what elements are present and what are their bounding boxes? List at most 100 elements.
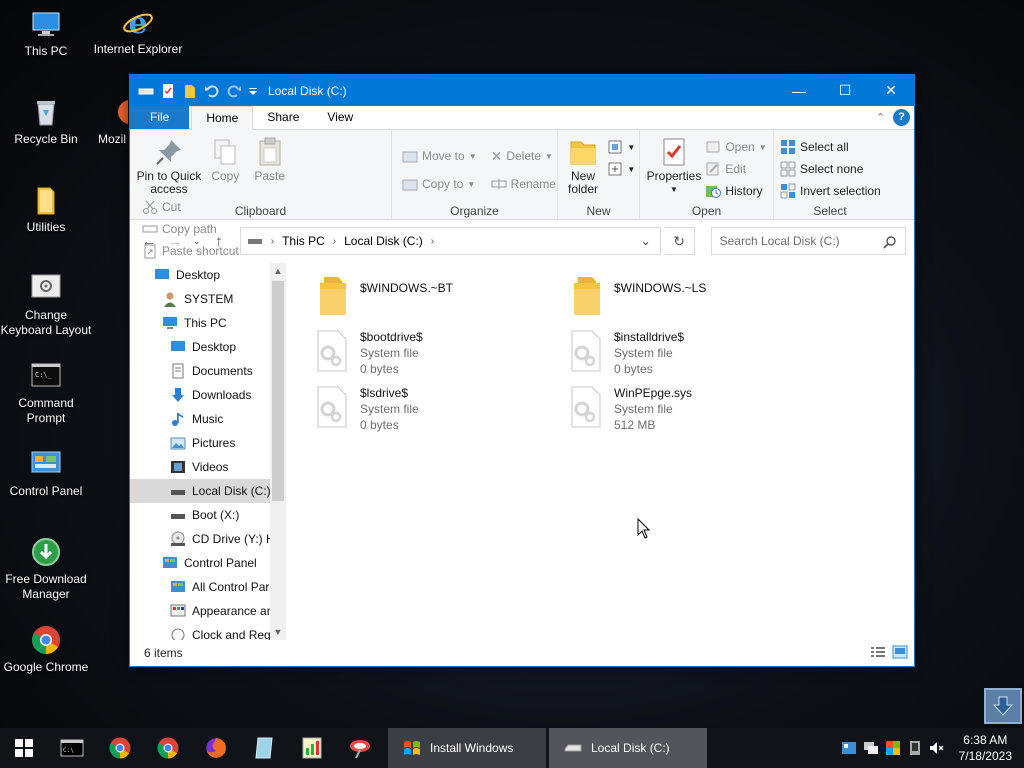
collapse-ribbon-icon[interactable]: ⌃ [876,111,885,124]
select-all-button[interactable]: Select all [780,136,886,158]
keyboard-layout-icon[interactable] [841,740,857,756]
desktop-icon-google-chrome[interactable]: Google Chrome [0,624,92,675]
nav-item-all-control-panel[interactable]: All Control Par [130,575,270,599]
taskbar-firefox[interactable] [192,728,240,768]
redo-icon[interactable] [226,83,242,99]
desktop-icon-command-prompt[interactable]: C:\_ Command Prompt [0,360,92,426]
file-item-lsdrive[interactable]: $lsdrive$ System file 0 bytes [314,385,564,433]
taskbar-notepad-chart[interactable] [288,728,336,768]
maximize-button[interactable]: ☐ [822,75,868,106]
scroll-up-icon[interactable]: ▲ [270,263,286,279]
paste-shortcut-button[interactable]: Paste shortcut [142,240,239,262]
file-item-windows-ls[interactable]: $WINDOWS.~LS [568,273,818,317]
nav-item-local-disk[interactable]: Local Disk (C:) [130,479,270,503]
delete-button[interactable]: ✕ Delete ▼ [491,142,556,170]
device-icon[interactable] [907,740,923,756]
tab-file[interactable]: File [130,106,190,129]
desktop-icon-change-keyboard-layout[interactable]: Change Keyboard Layout [0,272,92,338]
network-icon[interactable] [863,740,879,756]
large-icons-view-icon[interactable] [892,645,908,659]
search-box[interactable] [710,227,906,255]
tab-home[interactable]: Home [191,106,254,130]
customize-toolbar-icon[interactable] [248,83,258,99]
file-item-windows-bt[interactable]: $WINDOWS.~BT [314,273,564,317]
file-item-winpepge[interactable]: WinPEpge.sys System file 512 MB [568,385,818,433]
download-overlay-button[interactable] [984,688,1022,724]
nav-item-appearance[interactable]: Appearance an [130,599,270,623]
refresh-button[interactable]: ↻ [664,227,695,255]
scrollbar-thumb[interactable] [272,281,284,501]
new-item-button[interactable]: ▼ [607,136,635,158]
breadcrumb-this-pc[interactable]: This PC [282,234,325,248]
scroll-down-icon[interactable]: ▼ [270,624,286,640]
copy-button[interactable]: Copy [205,136,245,183]
nav-item-desktop-root[interactable]: Desktop [130,263,270,287]
display-color-icon[interactable] [885,740,901,756]
search-icon[interactable] [883,235,897,249]
taskbar-paint-tool[interactable] [336,728,384,768]
nav-item-videos[interactable]: Videos [130,455,270,479]
easy-access-button[interactable]: ▼ [607,158,635,180]
taskbar-app-local-disk[interactable]: Local Disk (C:) [549,728,707,768]
desktop-icon-control-panel[interactable]: Control Panel [0,448,92,499]
nav-item-music[interactable]: Music [130,407,270,431]
nav-item-clock-region[interactable]: Clock and Regi [130,623,270,640]
breadcrumb-local-disk[interactable]: Local Disk (C:) [344,234,423,248]
properties-icon[interactable] [160,83,176,99]
help-button[interactable]: ? [893,109,910,126]
details-view-icon[interactable] [870,645,886,659]
clock[interactable]: 6:38 AM 7/18/2023 [959,732,1012,764]
volume-muted-icon[interactable] [929,740,945,756]
nav-item-downloads[interactable]: Downloads [130,383,270,407]
file-item-bootdrive[interactable]: $bootdrive$ System file 0 bytes [314,329,564,377]
desktop-icon-recycle-bin[interactable]: Recycle Bin [0,96,92,147]
undo-icon[interactable] [204,83,220,99]
nav-item-system[interactable]: SYSTEM [130,287,270,311]
rename-button[interactable]: Rename [491,170,556,198]
copy-path-button[interactable]: ... Copy path [142,218,239,240]
nav-item-boot[interactable]: Boot (X:) [130,503,270,527]
open-button[interactable]: Open ▼ [705,136,767,158]
rename-icon [491,179,507,189]
tab-view[interactable]: View [313,106,367,129]
nav-item-control-panel[interactable]: Control Panel [130,551,270,575]
close-button[interactable]: ✕ [868,75,914,106]
nav-item-cd-drive[interactable]: CD Drive (Y:) H [130,527,270,551]
search-input[interactable] [719,234,880,248]
taskbar-app-install-windows[interactable]: Install Windows [388,728,546,768]
minimize-button[interactable]: — [776,75,822,106]
paste-button[interactable]: Paste [249,136,291,183]
invert-selection-button[interactable]: Invert selection [780,180,886,202]
edit-button[interactable]: Edit [705,158,766,180]
taskbar-chrome-1[interactable] [96,728,144,768]
taskbar-disk-tool[interactable] [240,728,288,768]
address-dropdown-button[interactable]: ⌄ [632,228,660,254]
select-none-button[interactable]: Select none [780,158,886,180]
properties-button[interactable]: Properties ▼ [646,136,702,196]
tab-share[interactable]: Share [253,106,313,129]
move-to-button[interactable]: Move to ▼ [402,142,477,170]
nav-item-documents[interactable]: Documents [130,359,270,383]
nav-item-desktop[interactable]: Desktop [130,335,270,359]
group-label-organize: Organize [450,204,499,218]
file-item-installdrive[interactable]: $installdrive$ System file 0 bytes [568,329,818,377]
history-button[interactable]: History [705,180,766,202]
drive-icon[interactable] [138,83,154,99]
nav-scrollbar[interactable]: ▲ ▼ [270,263,286,640]
pin-to-quick-access-button[interactable]: Pin to Quick access [136,136,202,196]
taskbar-command-prompt[interactable]: C:\ [48,728,96,768]
desktop-icon-mozilla[interactable]: Mozil [92,96,132,147]
start-button[interactable] [0,728,48,768]
new-folder-icon[interactable] [182,83,198,99]
desktop-icon-internet-explorer[interactable]: e Internet Explorer [92,6,184,57]
taskbar-chrome-2[interactable] [144,728,192,768]
nav-item-pictures[interactable]: Pictures [130,431,270,455]
nav-item-this-pc[interactable]: This PC [130,311,270,335]
address-bar[interactable]: › This PC › Local Disk (C:) › ⌄ [239,227,661,255]
desktop-icon-free-download-manager[interactable]: Free Download Manager [0,536,92,602]
new-folder-button[interactable]: New folder [564,136,602,196]
copy-to-button[interactable]: Copy to ▼ [402,170,477,198]
desktop-icon-this-pc[interactable]: This PC [0,8,92,59]
title-bar[interactable]: Local Disk (C:) — ☐ ✕ [130,75,914,106]
desktop-icon-utilities[interactable]: Utilities [0,184,92,235]
